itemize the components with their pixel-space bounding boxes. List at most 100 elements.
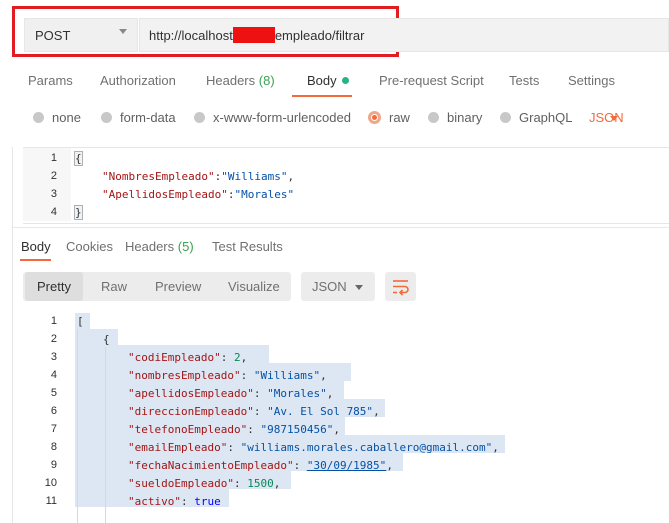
redaction-mark	[232, 27, 275, 43]
line-number: 2	[50, 170, 57, 182]
url-text-end: empleado/filtrar	[274, 27, 365, 43]
tab-response-headers[interactable]: Headers (5)	[125, 239, 194, 254]
request-body-editor[interactable]	[23, 147, 669, 224]
code-line: "codiEmpleado": 2,	[128, 351, 247, 364]
tab-body-label: Body	[307, 73, 337, 88]
tab-response-body[interactable]: Body	[21, 239, 51, 254]
visualize-button[interactable]: Visualize	[228, 272, 280, 301]
tab-settings[interactable]: Settings	[568, 73, 615, 88]
json-comma: ,	[287, 170, 295, 183]
radio-none[interactable]: none	[33, 110, 81, 125]
tab-cookies[interactable]: Cookies	[66, 239, 113, 254]
radio-urlencoded-label: x-www-form-urlencoded	[213, 110, 351, 125]
json-value: "Av. El Sol 785"	[267, 405, 374, 418]
url-input[interactable]: http://localhost empleado/filtrar	[139, 18, 669, 52]
radio-raw-label: raw	[389, 110, 410, 125]
json-key: "codiEmpleado"	[128, 351, 221, 364]
json-colon: :	[227, 441, 241, 454]
method-select[interactable]: POST	[24, 18, 138, 52]
json-colon: :	[233, 477, 248, 490]
json-colon: :	[293, 459, 307, 472]
url-text-start: http://localhost	[149, 27, 233, 43]
tab-body-underline	[292, 95, 352, 97]
tab-prerequest-script[interactable]: Pre-request Script	[379, 73, 484, 88]
tab-tests[interactable]: Tests	[509, 73, 539, 88]
code-line: {	[74, 151, 83, 166]
json-colon: :	[247, 423, 261, 436]
tab-response-headers-count: (5)	[177, 239, 194, 254]
pretty-button[interactable]: Pretty	[25, 272, 83, 301]
json-value: "Morales"	[234, 188, 295, 201]
tab-params[interactable]: Params	[28, 73, 73, 88]
json-colon: :	[253, 387, 268, 400]
code-line: "direccionEmpleado": "Av. El Sol 785",	[128, 405, 380, 418]
line-number: 7	[50, 423, 57, 435]
line-number: 11	[45, 495, 57, 507]
open-brace: {	[103, 333, 110, 346]
wrap-lines-button[interactable]	[385, 272, 416, 301]
radio-circle	[500, 112, 511, 123]
json-value: true	[194, 495, 221, 508]
line-number: 10	[44, 477, 57, 489]
radio-circle	[194, 112, 205, 123]
code-line: "emailEmpleado": "williams.morales.cabal…	[128, 441, 499, 454]
code-line: "NombresEmpleado":"Williams",	[102, 170, 294, 183]
json-comma: ,	[320, 369, 327, 382]
format-select[interactable]: JSON	[301, 272, 375, 301]
tab-headers-count: (8)	[258, 73, 275, 88]
json-value: "987150456"	[260, 423, 334, 436]
tab-headers[interactable]: Headers (8)	[206, 73, 275, 88]
json-comma: ,	[373, 405, 380, 418]
json-colon: :	[253, 405, 268, 418]
tab-headers-label: Headers	[206, 73, 256, 88]
json-value: "williams.morales.caballero@gmail.com"	[240, 441, 493, 454]
json-comma: ,	[326, 387, 334, 400]
tab-body[interactable]: Body	[307, 73, 349, 88]
radio-graphql[interactable]: GraphQL	[500, 110, 572, 125]
line-number: 2	[50, 333, 57, 345]
radio-binary[interactable]: binary	[428, 110, 482, 125]
radio-circle	[428, 112, 439, 123]
json-value: 1500	[247, 477, 274, 490]
code-line: [	[77, 315, 84, 328]
preview-button[interactable]: Preview	[155, 272, 201, 301]
open-brace: {	[74, 151, 83, 166]
tab-authorization[interactable]: Authorization	[100, 73, 176, 88]
selection-highlight	[75, 329, 118, 345]
code-line: "telefonoEmpleado": "987150456",	[128, 423, 340, 436]
format-label: JSON	[312, 279, 347, 294]
tab-test-results[interactable]: Test Results	[212, 239, 283, 254]
json-key: "telefonoEmpleado"	[128, 423, 248, 436]
json-key: "nombresEmpleado"	[128, 369, 241, 382]
line-number: 1	[50, 315, 57, 327]
divider	[13, 227, 669, 228]
json-key: "ApellidosEmpleado"	[102, 188, 228, 201]
json-comma: ,	[273, 477, 281, 490]
raw-button[interactable]: Raw	[101, 272, 127, 301]
line-number: 4	[50, 369, 57, 381]
json-key: "fechaNacimientoEmpleado"	[128, 459, 294, 472]
json-comma: ,	[240, 351, 248, 364]
radio-graphql-label: GraphQL	[519, 110, 573, 125]
code-line: "nombresEmpleado": "Williams",	[128, 369, 327, 382]
code-line: "ApellidosEmpleado":"Morales"	[102, 188, 294, 201]
line-number: 3	[50, 351, 57, 363]
chevron-down-icon	[610, 116, 618, 121]
json-key: "sueldoEmpleado"	[128, 477, 234, 490]
radio-urlencoded[interactable]: x-www-form-urlencoded	[194, 110, 351, 125]
radio-form-data-label: form-data	[120, 110, 176, 125]
radio-raw[interactable]: raw	[368, 110, 410, 125]
code-line: "fechaNacimientoEmpleado": "30/09/1985",	[128, 459, 393, 472]
code-line: }	[74, 205, 83, 220]
json-comma: ,	[492, 441, 499, 454]
open-bracket: [	[77, 315, 84, 328]
json-key: "NombresEmpleado"	[102, 170, 215, 183]
radio-circle-selected	[368, 111, 381, 124]
tab-response-body-underline	[20, 259, 51, 261]
radio-binary-label: binary	[447, 110, 483, 125]
radio-form-data[interactable]: form-data	[101, 110, 176, 125]
radio-circle	[101, 112, 112, 123]
language-select[interactable]: JSON	[589, 110, 624, 125]
code-line: "apellidosEmpleado": "Morales",	[128, 387, 333, 400]
json-colon: :	[180, 495, 195, 508]
